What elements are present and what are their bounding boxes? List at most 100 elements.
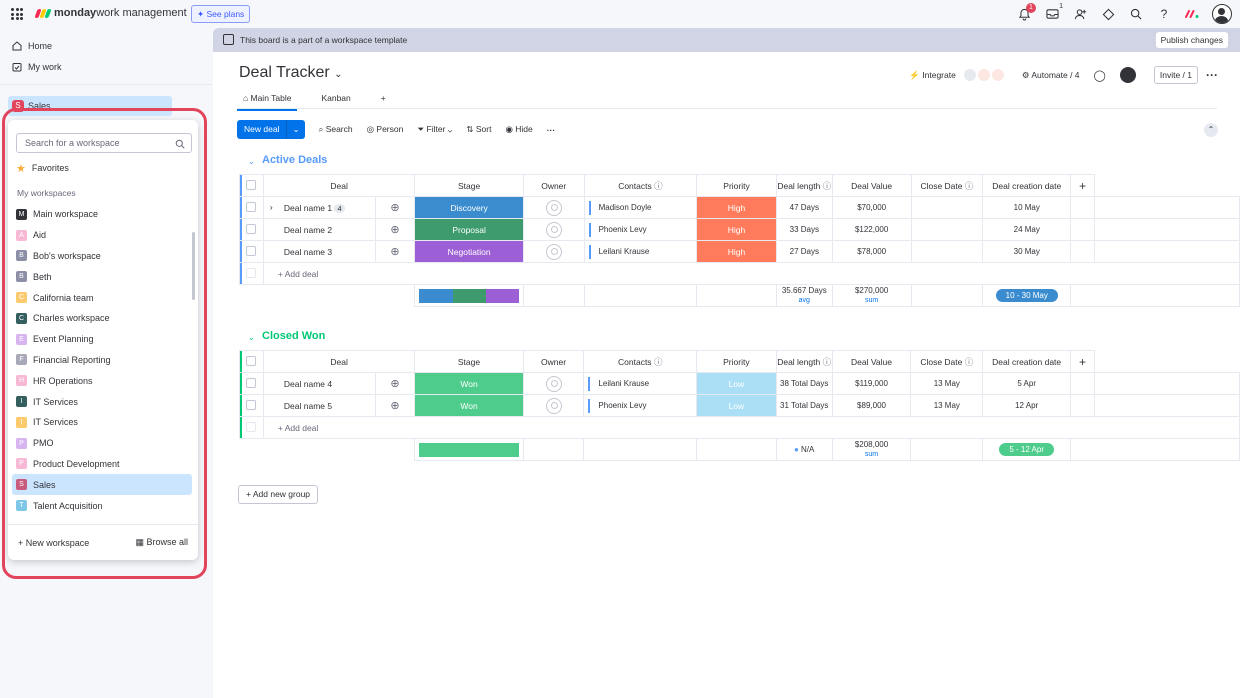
- close-date-cell[interactable]: [910, 196, 984, 219]
- creation-date-cell[interactable]: 30 May: [982, 240, 1072, 263]
- priority-status[interactable]: High: [696, 218, 777, 241]
- contacts-cell[interactable]: Leilani Krause: [583, 240, 698, 263]
- deal-length-cell[interactable]: 47 Days: [775, 196, 833, 219]
- search-button[interactable]: ⌕ Search: [319, 124, 353, 135]
- column-header-deal-value[interactable]: Deal Value: [831, 174, 912, 197]
- workspace-selector[interactable]: S Sales: [8, 96, 172, 116]
- row-checkbox[interactable]: [239, 196, 264, 219]
- creation-date-cell[interactable]: 5 Apr: [982, 372, 1072, 395]
- column-header-contacts[interactable]: Contacts ⓘ: [583, 350, 698, 373]
- owner-cell[interactable]: [522, 196, 585, 219]
- contacts-cell[interactable]: Phoenix Levy: [583, 394, 698, 417]
- workspace-item[interactable]: M Main workspace: [12, 204, 192, 225]
- stage-status[interactable]: Won: [414, 372, 524, 395]
- deal-length-cell[interactable]: 33 Days: [775, 218, 833, 241]
- updates-icon[interactable]: ◯: [1094, 69, 1106, 82]
- add-update-icon[interactable]: ⊕: [374, 240, 416, 263]
- workspace-item[interactable]: I IT Services: [12, 412, 192, 433]
- sidebar-item-my-work[interactable]: My work: [12, 62, 62, 72]
- workspace-item[interactable]: T Talent Acquisition: [12, 495, 192, 516]
- deal-length-cell[interactable]: 31 Total Days: [775, 394, 833, 417]
- column-header-deal-length[interactable]: Deal length ⓘ: [775, 350, 833, 373]
- deal-value-cell[interactable]: $70,000: [831, 196, 912, 219]
- add-item-row[interactable]: + Add deal: [239, 262, 1240, 285]
- invite-members-icon[interactable]: [1072, 6, 1088, 22]
- add-column-button[interactable]: +: [1070, 174, 1096, 197]
- creation-date-cell[interactable]: 12 Apr: [982, 394, 1072, 417]
- contacts-cell[interactable]: Madison Doyle: [583, 196, 698, 219]
- add-update-icon[interactable]: ⊕: [374, 394, 416, 417]
- help-icon[interactable]: ?: [1156, 6, 1172, 22]
- deal-value-cell[interactable]: $89,000: [831, 394, 912, 417]
- search-icon[interactable]: [1128, 6, 1144, 22]
- table-row[interactable]: Deal name 4 ⊕ Won Leilani Krause Low 38 Total…: [239, 372, 1240, 395]
- integrate-button[interactable]: ⚡ Integrate: [909, 70, 956, 81]
- contacts-cell[interactable]: Leilani Krause: [583, 372, 698, 395]
- row-checkbox[interactable]: [239, 372, 264, 395]
- workspace-item[interactable]: H HR Operations: [12, 370, 192, 391]
- new-deal-button[interactable]: New deal ⌄: [237, 120, 305, 139]
- favorites-item[interactable]: ★ Favorites: [12, 158, 192, 179]
- workspace-item[interactable]: I IT Services: [12, 391, 192, 412]
- deal-name-cell[interactable]: Deal name 5: [262, 394, 376, 417]
- filter-button[interactable]: ⏷ Filter ⌄: [417, 124, 452, 135]
- column-header-priority[interactable]: Priority: [696, 174, 777, 197]
- column-header-contacts[interactable]: Contacts ⓘ: [583, 174, 698, 197]
- inbox-icon[interactable]: 1: [1044, 3, 1063, 22]
- owner-cell[interactable]: [522, 394, 585, 417]
- row-checkbox[interactable]: [239, 218, 264, 241]
- deal-length-cell[interactable]: 27 Days: [775, 240, 833, 263]
- column-header-deal[interactable]: Deal: [262, 350, 416, 373]
- more-options-icon[interactable]: ···: [547, 125, 556, 135]
- column-header-stage[interactable]: Stage: [414, 174, 524, 197]
- browse-all-button[interactable]: ▦ Browse all: [135, 537, 188, 548]
- close-date-cell[interactable]: 13 May: [910, 372, 984, 395]
- expand-subitems-icon[interactable]: ›: [270, 202, 273, 212]
- sort-button[interactable]: ⇅ Sort: [466, 124, 491, 135]
- deal-name-cell[interactable]: Deal name 2: [262, 218, 376, 241]
- workspace-item[interactable]: P PMO: [12, 433, 192, 454]
- close-date-cell[interactable]: 13 May: [910, 394, 984, 417]
- add-deal-input[interactable]: + Add deal: [262, 416, 1240, 439]
- publish-changes-button[interactable]: Publish changes: [1155, 32, 1228, 48]
- priority-status[interactable]: High: [696, 196, 777, 219]
- stage-status[interactable]: Negotiation: [414, 240, 524, 263]
- automate-button[interactable]: ⚙ Automate / 4: [1022, 70, 1080, 81]
- workspace-list-scrollbar[interactable]: [192, 232, 195, 300]
- deal-value-cell[interactable]: $119,000: [831, 372, 912, 395]
- table-row[interactable]: › Deal name 1 4 ⊕ Discovery Madison Doyle Hig…: [239, 196, 1240, 219]
- column-header-creation-date[interactable]: Deal creation date: [982, 174, 1072, 197]
- column-header-deal-length[interactable]: Deal length ⓘ: [775, 174, 833, 197]
- workspace-item[interactable]: B Beth: [12, 266, 192, 287]
- add-deal-input[interactable]: + Add deal: [262, 262, 1240, 285]
- column-header-close-date[interactable]: Close Date ⓘ: [910, 350, 984, 373]
- creation-date-cell[interactable]: 10 May: [982, 196, 1072, 219]
- table-row[interactable]: Deal name 2 ⊕ Proposal Phoenix Levy High 33 D…: [239, 218, 1240, 241]
- deal-name-cell[interactable]: Deal name 4: [262, 372, 376, 395]
- new-workspace-button[interactable]: + New workspace: [18, 538, 89, 548]
- priority-status[interactable]: High: [696, 240, 777, 263]
- priority-status[interactable]: Low: [696, 372, 777, 395]
- column-header-deal[interactable]: Deal: [262, 174, 416, 197]
- column-header-owner[interactable]: Owner: [522, 350, 585, 373]
- monday-apps-icon[interactable]: [1184, 6, 1200, 22]
- more-options-icon[interactable]: ···: [1206, 68, 1218, 82]
- workspace-item[interactable]: S Sales: [12, 474, 192, 496]
- column-header-priority[interactable]: Priority: [696, 350, 777, 373]
- apps-puzzle-icon[interactable]: [1100, 6, 1116, 22]
- collapse-group-icon[interactable]: ⌄: [248, 157, 255, 166]
- deal-value-cell[interactable]: $122,000: [831, 218, 912, 241]
- workspace-item[interactable]: E Event Planning: [12, 329, 192, 350]
- collapse-group-icon[interactable]: ⌄: [248, 333, 255, 342]
- row-checkbox[interactable]: [239, 394, 264, 417]
- add-new-group-button[interactable]: + Add new group: [238, 485, 319, 504]
- select-all-checkbox[interactable]: [239, 174, 264, 197]
- stage-status[interactable]: Won: [414, 394, 524, 417]
- stage-status[interactable]: Proposal: [414, 218, 524, 241]
- row-checkbox[interactable]: [239, 240, 264, 263]
- deal-name-cell[interactable]: Deal name 3: [262, 240, 376, 263]
- owner-cell[interactable]: [522, 372, 585, 395]
- creation-date-cell[interactable]: 24 May: [982, 218, 1072, 241]
- deal-name-cell[interactable]: › Deal name 1 4: [262, 196, 376, 219]
- owner-cell[interactable]: [522, 240, 585, 263]
